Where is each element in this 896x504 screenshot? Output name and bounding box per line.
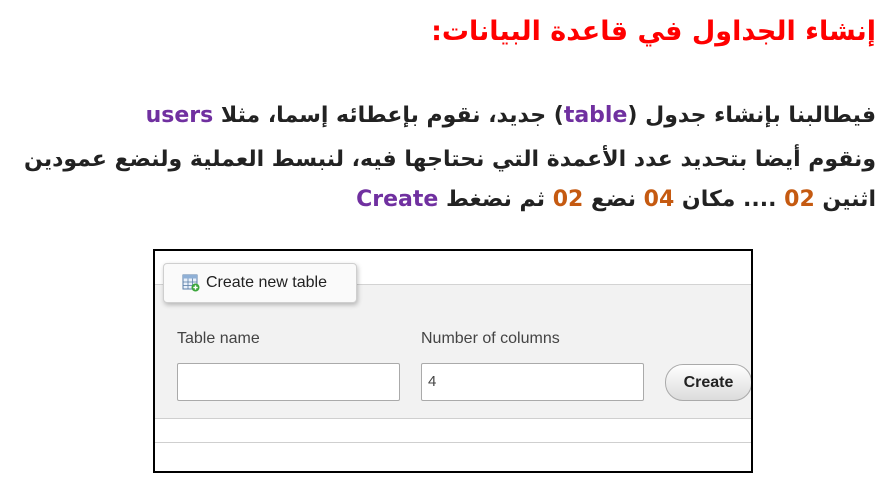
number-four: 04 [643,187,675,212]
paragraph-text: فيطالبنا بإنشاء جدول ( [627,103,876,128]
paragraph-columns: ونقوم أيضا بتحديد عدد الأعمدة التي نحتاج… [24,147,876,172]
paragraph-text: .... مكان [674,187,785,212]
number-two: 02 [784,187,815,212]
paragraph-text: ثم نضغط [438,187,553,212]
paragraph-text: اثنين [814,187,876,212]
term-users: users [145,103,214,128]
term-table: table [563,103,628,128]
term-create: Create [356,187,439,212]
table-name-label: Table name [177,330,260,347]
create-new-table-legend: Create new table [163,263,357,303]
number-of-columns-label: Number of columns [421,330,560,347]
legend-label: Create new table [206,274,327,291]
divider [155,442,751,443]
create-button[interactable]: Create [665,364,751,401]
table-add-icon [182,274,200,292]
paragraph-create-table: فيطالبنا بإنشاء جدول (table) جديد، نقوم … [16,100,876,132]
number-two: 02 [552,187,584,212]
paragraph-text: نضع [583,187,644,212]
page-heading: إنشاء الجداول في قاعدة البيانات: [431,16,876,47]
create-table-screenshot: Create new table Table name Number of co… [153,249,753,473]
table-name-input[interactable] [177,363,400,401]
paragraph-text: ) جديد، نقوم بإعطائه إسما، مثلا [213,103,564,128]
paragraph-instructions: اثنين 02 .... مكان 04 نضع 02 ثم نضغط Cre… [16,184,876,216]
number-of-columns-input[interactable]: 4 [421,363,644,401]
